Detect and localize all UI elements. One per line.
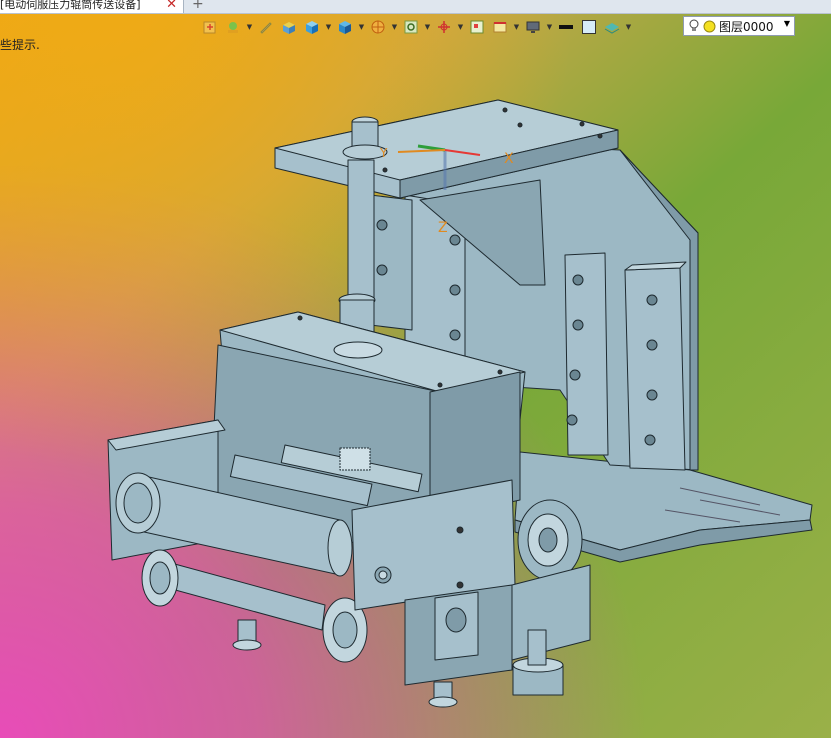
axis-x-label: X xyxy=(504,151,514,167)
view-cube-icon[interactable] xyxy=(335,17,355,37)
view-toolbar: ▼ ▼ ▼ ▼ ▼ ▼ ▼ ▼ ▼ xyxy=(200,16,632,38)
machine-model[interactable]: X Y Z xyxy=(0,0,831,738)
pencil-icon[interactable] xyxy=(256,17,276,37)
layer-icon[interactable] xyxy=(602,17,622,37)
lightbulb-icon[interactable] xyxy=(688,19,700,33)
chevron-down-icon[interactable]: ▼ xyxy=(358,23,365,31)
display-icon[interactable] xyxy=(523,17,543,37)
layer-select[interactable]: 图层0000 ▼ xyxy=(683,16,795,36)
servo-flange[interactable] xyxy=(517,499,583,581)
chevron-down-icon[interactable]: ▼ xyxy=(546,23,553,31)
axis-icon[interactable] xyxy=(434,17,454,37)
line-icon[interactable] xyxy=(556,17,576,37)
fill-icon[interactable] xyxy=(579,17,599,37)
axis-y-label: Y xyxy=(379,146,388,160)
cube-icon[interactable] xyxy=(302,17,322,37)
hint-text: 些提示. xyxy=(0,38,40,52)
lead-screw xyxy=(347,159,375,311)
zoom-icon[interactable] xyxy=(401,17,421,37)
wheel-icon[interactable] xyxy=(368,17,388,37)
axis-z-label: Z xyxy=(438,220,448,236)
chevron-down-icon[interactable]: ▼ xyxy=(325,23,332,31)
chevron-down-icon[interactable]: ▼ xyxy=(625,23,632,31)
chevron-down-icon[interactable]: ▼ xyxy=(784,19,790,28)
gear xyxy=(339,447,371,471)
document-tab-title: [电动伺服压力辊筒传送设备] xyxy=(0,0,141,11)
layer-color-icon xyxy=(703,20,716,32)
chevron-down-icon[interactable]: ▼ xyxy=(424,23,431,31)
open-icon[interactable] xyxy=(200,17,220,37)
box-icon[interactable] xyxy=(279,17,299,37)
add-tab-icon[interactable]: + xyxy=(192,0,204,12)
pan-icon[interactable] xyxy=(223,17,243,37)
close-tab-icon[interactable]: ✕ xyxy=(166,0,177,12)
tab-bar: [电动伺服压力辊筒传送设备] ✕ + xyxy=(0,0,831,14)
chevron-down-icon[interactable]: ▼ xyxy=(391,23,398,31)
document-tab[interactable]: [电动伺服压力辊筒传送设备] ✕ xyxy=(0,0,184,13)
layer-name: 图层0000 xyxy=(719,19,774,34)
measure-icon[interactable] xyxy=(490,17,510,37)
chevron-down-icon[interactable]: ▼ xyxy=(457,23,464,31)
chevron-down-icon[interactable]: ▼ xyxy=(513,23,520,31)
frame-icon[interactable] xyxy=(467,17,487,37)
chevron-down-icon[interactable]: ▼ xyxy=(246,23,253,31)
foot xyxy=(232,619,262,651)
foot xyxy=(428,681,458,708)
